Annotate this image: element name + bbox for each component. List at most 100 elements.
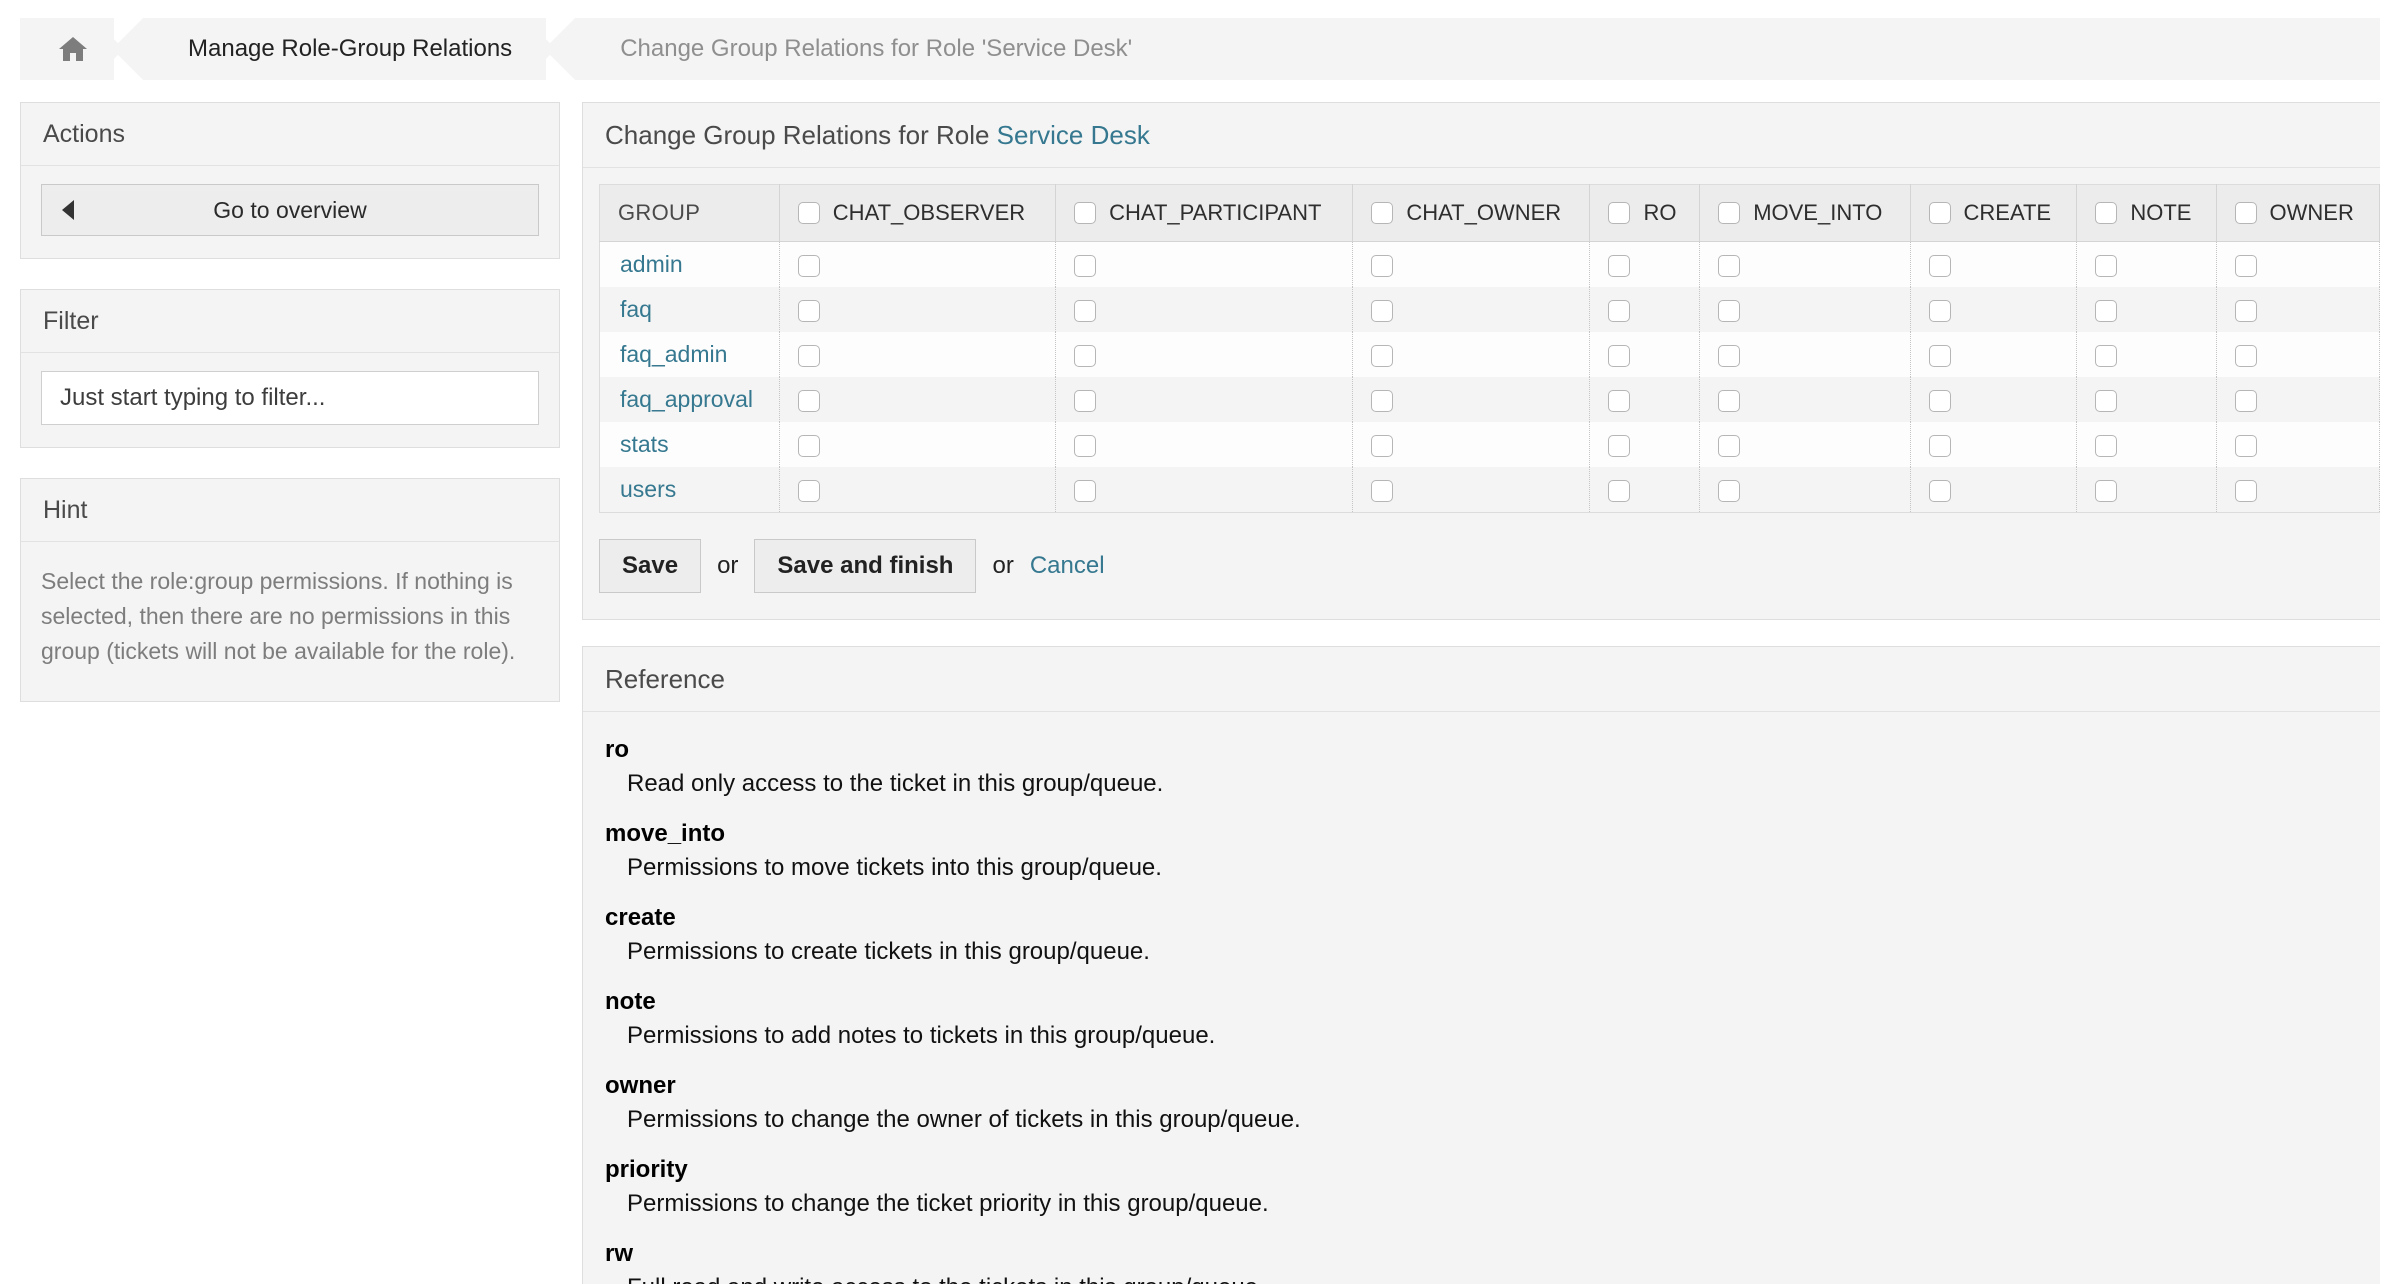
checkbox-faq_approval-note[interactable] (2095, 390, 2117, 412)
permission-cell (1590, 287, 1700, 332)
checkbox-stats-chat_owner[interactable] (1371, 435, 1393, 457)
checkbox-stats-create[interactable] (1929, 435, 1951, 457)
select-all-checkbox-chat_owner[interactable] (1371, 202, 1393, 224)
checkbox-faq-chat_owner[interactable] (1371, 300, 1393, 322)
checkbox-users-create[interactable] (1929, 480, 1951, 502)
table-row: users (600, 467, 2380, 513)
permission-cell (2216, 287, 2380, 332)
checkbox-faq-chat_participant[interactable] (1074, 300, 1096, 322)
checkbox-users-note[interactable] (2095, 480, 2117, 502)
checkbox-faq-move_into[interactable] (1718, 300, 1740, 322)
checkbox-users-chat_observer[interactable] (798, 480, 820, 502)
table-row: admin (600, 242, 2380, 288)
column-header-note: NOTE (2077, 185, 2216, 242)
breadcrumb-item-manage-role-group-relations[interactable]: Manage Role-Group Relations (148, 18, 546, 80)
checkbox-admin-create[interactable] (1929, 255, 1951, 277)
column-header-label: MOVE_INTO (1753, 200, 1882, 226)
select-all-checkbox-chat_participant[interactable] (1074, 202, 1096, 224)
checkbox-faq_approval-chat_observer[interactable] (798, 390, 820, 412)
column-header-chat_owner: CHAT_OWNER (1353, 185, 1590, 242)
checkbox-faq_approval-create[interactable] (1929, 390, 1951, 412)
reference-term: ro (605, 736, 2358, 764)
go-to-overview-button[interactable]: Go to overview (41, 184, 539, 236)
permission-cell (779, 242, 1055, 288)
checkbox-faq_approval-owner[interactable] (2235, 390, 2257, 412)
filter-widget-body (21, 353, 559, 447)
checkbox-users-chat_participant[interactable] (1074, 480, 1096, 502)
checkbox-users-ro[interactable] (1608, 480, 1630, 502)
checkbox-faq_admin-note[interactable] (2095, 345, 2117, 367)
permission-cell (779, 467, 1055, 513)
permissions-table: GROUP CHAT_OBSERVERCHAT_PARTICIPANTCHAT_… (599, 184, 2380, 513)
filter-input[interactable] (41, 371, 539, 425)
checkbox-faq_admin-owner[interactable] (2235, 345, 2257, 367)
role-link[interactable]: Service Desk (997, 120, 1150, 150)
permission-cell (2216, 467, 2380, 513)
permission-cell (1910, 242, 2077, 288)
checkbox-faq_admin-chat_observer[interactable] (798, 345, 820, 367)
or-text-1: or (717, 552, 738, 580)
permission-cell (1700, 242, 1910, 288)
checkbox-faq_admin-ro[interactable] (1608, 345, 1630, 367)
checkbox-faq-chat_observer[interactable] (798, 300, 820, 322)
permission-cell (1700, 332, 1910, 377)
checkbox-users-owner[interactable] (2235, 480, 2257, 502)
checkbox-admin-ro[interactable] (1608, 255, 1630, 277)
cancel-link[interactable]: Cancel (1030, 552, 1105, 580)
reference-term: move_into (605, 820, 2358, 848)
save-and-finish-button[interactable]: Save and finish (754, 539, 976, 593)
reference-widget: Reference roRead only access to the tick… (582, 646, 2380, 1284)
checkbox-stats-note[interactable] (2095, 435, 2117, 457)
checkbox-faq-create[interactable] (1929, 300, 1951, 322)
checkbox-admin-chat_observer[interactable] (798, 255, 820, 277)
checkbox-faq_admin-create[interactable] (1929, 345, 1951, 367)
select-all-checkbox-chat_observer[interactable] (798, 202, 820, 224)
select-all-checkbox-create[interactable] (1929, 202, 1951, 224)
group-name-link[interactable]: admin (600, 242, 780, 288)
reference-item: ownerPermissions to change the owner of … (605, 1072, 2358, 1134)
column-header-label: CHAT_PARTICIPANT (1109, 200, 1321, 226)
checkbox-faq_admin-chat_participant[interactable] (1074, 345, 1096, 367)
checkbox-faq_approval-chat_participant[interactable] (1074, 390, 1096, 412)
checkbox-faq_admin-move_into[interactable] (1718, 345, 1740, 367)
column-header-owner: OWNER (2216, 185, 2380, 242)
checkbox-faq_admin-chat_owner[interactable] (1371, 345, 1393, 367)
checkbox-faq-note[interactable] (2095, 300, 2117, 322)
checkbox-users-move_into[interactable] (1718, 480, 1740, 502)
breadcrumb-home[interactable] (20, 18, 114, 80)
select-all-checkbox-move_into[interactable] (1718, 202, 1740, 224)
group-name-link[interactable]: users (600, 467, 780, 513)
checkbox-stats-ro[interactable] (1608, 435, 1630, 457)
checkbox-admin-move_into[interactable] (1718, 255, 1740, 277)
group-name-link[interactable]: stats (600, 422, 780, 467)
group-name-link[interactable]: faq (600, 287, 780, 332)
checkbox-admin-chat_owner[interactable] (1371, 255, 1393, 277)
hint-text: Select the role:group permissions. If no… (41, 564, 539, 669)
group-name-link[interactable]: faq_admin (600, 332, 780, 377)
checkbox-admin-chat_participant[interactable] (1074, 255, 1096, 277)
save-button[interactable]: Save (599, 539, 701, 593)
checkbox-stats-owner[interactable] (2235, 435, 2257, 457)
permission-cell (1353, 467, 1590, 513)
checkbox-users-chat_owner[interactable] (1371, 480, 1393, 502)
checkbox-faq_approval-move_into[interactable] (1718, 390, 1740, 412)
actions-widget-body: Go to overview (21, 166, 559, 258)
column-header-chat_participant: CHAT_PARTICIPANT (1056, 185, 1353, 242)
checkbox-stats-chat_observer[interactable] (798, 435, 820, 457)
checkbox-admin-owner[interactable] (2235, 255, 2257, 277)
select-all-checkbox-note[interactable] (2095, 202, 2117, 224)
checkbox-stats-move_into[interactable] (1718, 435, 1740, 457)
group-name-link[interactable]: faq_approval (600, 377, 780, 422)
permission-cell (1590, 467, 1700, 513)
select-all-checkbox-ro[interactable] (1608, 202, 1630, 224)
page-body: Actions Go to overview Filter Hint Selec… (0, 80, 2400, 1284)
checkbox-faq_approval-chat_owner[interactable] (1371, 390, 1393, 412)
checkbox-faq_approval-ro[interactable] (1608, 390, 1630, 412)
checkbox-admin-note[interactable] (2095, 255, 2117, 277)
checkbox-stats-chat_participant[interactable] (1074, 435, 1096, 457)
column-header-label: RO (1643, 200, 1676, 226)
select-all-checkbox-owner[interactable] (2235, 202, 2257, 224)
checkbox-faq-owner[interactable] (2235, 300, 2257, 322)
checkbox-faq-ro[interactable] (1608, 300, 1630, 322)
table-row: faq_admin (600, 332, 2380, 377)
